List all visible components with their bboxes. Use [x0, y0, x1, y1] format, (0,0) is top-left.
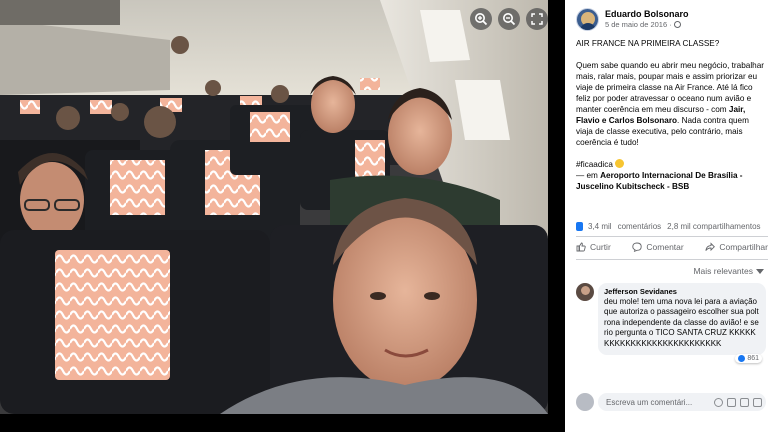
viewer-controls [470, 8, 548, 30]
post-stats: 3,4 mil comentários 2,8 mil compartilham… [576, 222, 768, 231]
like-button[interactable]: Curtir [576, 242, 611, 252]
post-header: Eduardo Bolsonaro 5 de maio de 2016 · [576, 8, 689, 31]
hashtag-link[interactable]: #ficaadica [576, 160, 613, 169]
comment-text: deu mole! tem uma nova lei para a aviaçã… [604, 297, 759, 348]
like-label: Curtir [590, 242, 611, 252]
share-icon [705, 242, 716, 252]
caret-down-icon [756, 269, 764, 274]
location-link[interactable]: Aeroporto Internacional De Brasília - Ju… [576, 171, 743, 191]
comment-button[interactable]: Comentar [632, 242, 684, 252]
photo-pane [0, 0, 565, 432]
post-text: AIR FRANCE NA PRIMEIRA CLASSE? Quem sabe… [576, 38, 766, 203]
comment-sort-dropdown[interactable]: Mais relevantes [565, 266, 768, 276]
author-avatar[interactable] [576, 8, 599, 31]
comment-composer: Escreva um comentári... [576, 392, 766, 412]
divider [576, 259, 768, 260]
post-hashtag-line: #ficaadica [576, 159, 766, 170]
shares-count[interactable]: 2,8 mil compartilhamentos [667, 222, 760, 231]
thumbs-up-icon [576, 242, 586, 252]
author-block: Eduardo Bolsonaro 5 de maio de 2016 · [605, 9, 689, 30]
post-panel: Eduardo Bolsonaro 5 de maio de 2016 · AI… [565, 0, 768, 432]
camera-icon[interactable] [727, 397, 736, 407]
post-photo[interactable] [0, 0, 548, 414]
gif-icon[interactable] [740, 397, 749, 407]
globe-icon [673, 21, 681, 28]
fullscreen-icon[interactable] [526, 8, 548, 30]
comment-icon [632, 242, 643, 252]
comment-reactions-count: 861 [747, 355, 759, 363]
post-location: — em Aeroporto Internacional De Brasília… [576, 170, 766, 192]
post-date[interactable]: 5 de maio de 2016 · [605, 20, 689, 30]
comment-bubble: Jefferson Sevidanes deu mole! tem uma no… [598, 283, 766, 364]
sort-label: Mais relevantes [693, 266, 753, 276]
location-prefix: — em [576, 171, 601, 180]
comment-item: Jefferson Sevidanes deu mole! tem uma no… [576, 283, 766, 364]
airplane-cabin-photo [0, 0, 548, 414]
comment-label: Comentar [646, 242, 684, 252]
like-reaction-icon [738, 355, 746, 363]
facebook-photo-viewer: Eduardo Bolsonaro 5 de maio de 2016 · AI… [0, 0, 768, 432]
sticker-icon[interactable] [753, 397, 762, 407]
share-button[interactable]: Compartilhar [705, 242, 768, 252]
post-paragraph: Quem sabe quando eu abrir meu negócio, t… [576, 60, 766, 148]
share-label: Compartilhar [719, 242, 768, 252]
comment-reactions[interactable]: 861 [735, 354, 762, 364]
current-user-avatar [576, 393, 594, 411]
zoom-out-icon[interactable] [498, 8, 520, 30]
emoji-icon[interactable] [714, 397, 723, 407]
composer-tools [714, 397, 762, 407]
comments-count[interactable]: comentários [618, 222, 662, 231]
divider [576, 236, 768, 237]
comment-input[interactable]: Escreva um comentári... [598, 393, 766, 411]
post-headline: AIR FRANCE NA PRIMEIRA CLASSE? [576, 39, 720, 48]
commenter-avatar[interactable] [576, 283, 594, 301]
comment-input-placeholder: Escreva um comentári... [606, 397, 693, 407]
author-name[interactable]: Eduardo Bolsonaro [605, 9, 689, 20]
zoom-in-icon[interactable] [470, 8, 492, 30]
reactions-count[interactable]: 3,4 mil [588, 222, 612, 231]
post-date-text: 5 de maio de 2016 · [605, 20, 672, 29]
like-reaction-icon [576, 222, 583, 231]
wink-emoji-icon [615, 159, 625, 168]
commenter-name[interactable]: Jefferson Sevidanes [604, 287, 760, 297]
post-actions: Curtir Comentar Compartilhar [576, 242, 768, 252]
